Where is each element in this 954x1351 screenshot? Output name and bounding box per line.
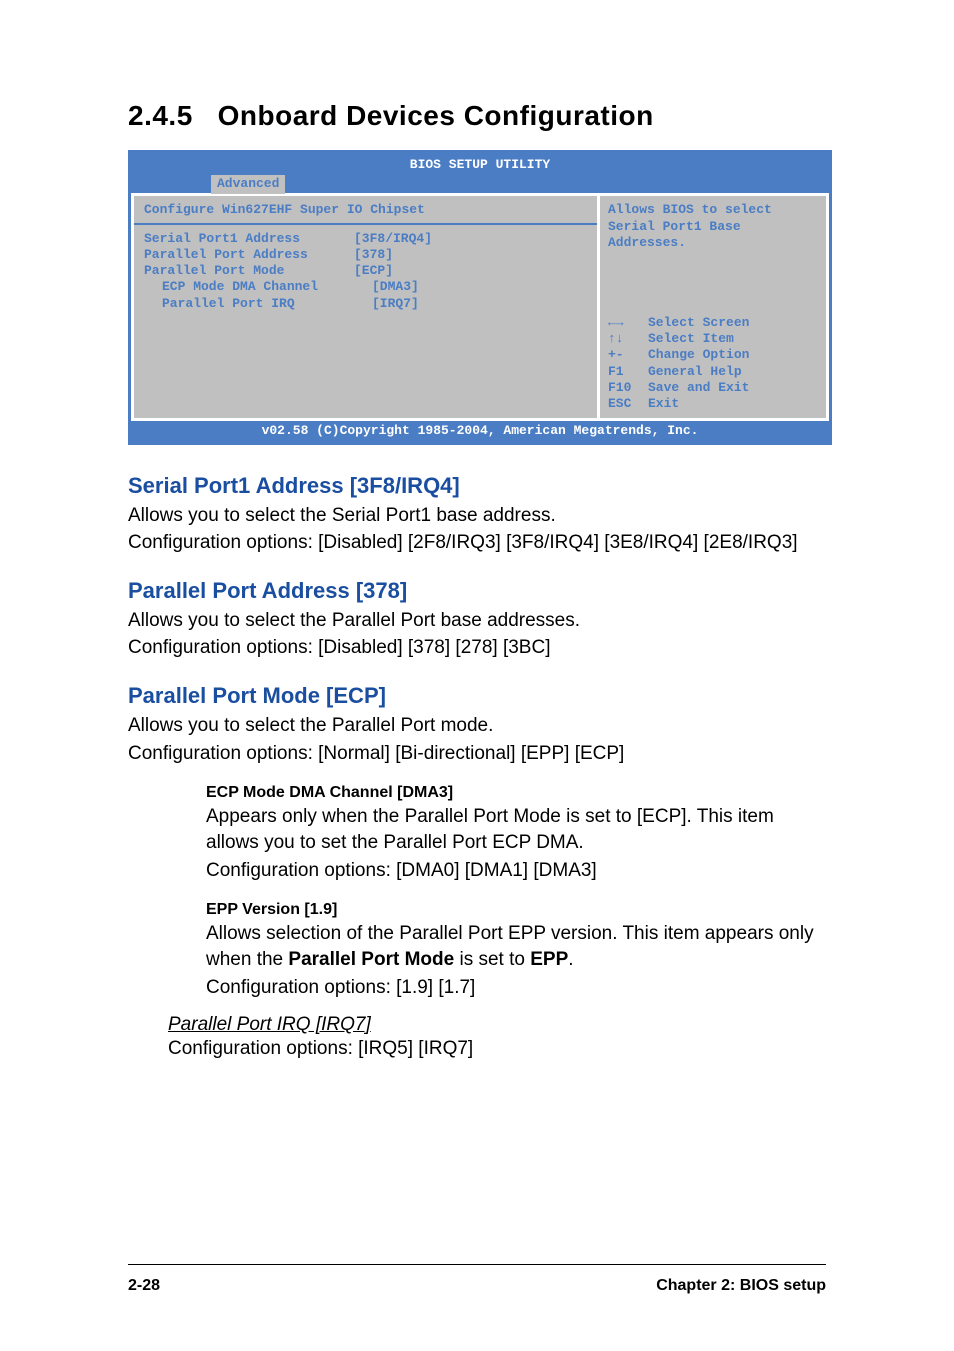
section-title-text: Onboard Devices Configuration (218, 100, 654, 131)
section-number: 2.4.5 (128, 100, 193, 131)
bios-setting-row[interactable]: Parallel Port Address [378] (144, 247, 587, 263)
bios-setting-row[interactable]: Serial Port1 Address [3F8/IRQ4] (144, 231, 587, 247)
bios-setting-value: [3F8/IRQ4] (354, 231, 432, 247)
chapter-label: Chapter 2: BIOS setup (656, 1277, 826, 1295)
bios-help-panel: Allows BIOS to select Serial Port1 Base … (600, 196, 829, 418)
section-heading: 2.4.5 Onboard Devices Configuration (128, 100, 826, 132)
subheading-parmode: Parallel Port Mode [ECP] (128, 683, 826, 709)
subheading-paraddr: Parallel Port Address [378] (128, 578, 826, 604)
bios-footer: v02.58 (C)Copyright 1985-2004, American … (131, 418, 829, 441)
bios-setting-label: Serial Port1 Address (144, 231, 354, 247)
subheading-ecp: ECP Mode DMA Channel [DMA3] (206, 784, 826, 802)
bios-setting-row[interactable]: Parallel Port IRQ [IRQ7] (144, 296, 587, 312)
subheading-epp: EPP Version [1.9] (206, 901, 826, 919)
body-text: Configuration options: [DMA0] [DMA1] [DM… (206, 858, 826, 884)
bios-title: BIOS SETUP UTILITY (131, 155, 829, 175)
body-text: Appears only when the Parallel Port Mode… (206, 804, 826, 855)
body-text: Configuration options: [IRQ5] [IRQ7] (168, 1036, 826, 1062)
body-text: Configuration options: [Normal] [Bi-dire… (128, 741, 826, 767)
body-text: Configuration options: [Disabled] [378] … (128, 635, 826, 661)
page-number: 2-28 (128, 1277, 160, 1295)
bios-help-row: ↑↓Select Item (608, 331, 818, 347)
body-text: Configuration options: [1.9] [1.7] (206, 975, 826, 1001)
bios-tab-advanced[interactable]: Advanced (211, 175, 285, 193)
bios-help-row: F1General Help (608, 364, 818, 380)
subheading-serial: Serial Port1 Address [3F8/IRQ4] (128, 473, 826, 499)
bios-setting-row[interactable]: Parallel Port Mode [ECP] (144, 263, 587, 279)
page-footer: 2-28 Chapter 2: BIOS setup (128, 1264, 826, 1295)
bios-help-row: ←→Select Screen (608, 315, 818, 331)
bios-setting-label: Parallel Port IRQ (144, 296, 372, 312)
bios-help-row: +-Change Option (608, 347, 818, 363)
bios-setting-label: Parallel Port Address (144, 247, 354, 263)
bios-help-row: ESCExit (608, 396, 818, 412)
body-text: Allows you to select the Parallel Port m… (128, 713, 826, 739)
bios-help-keys: ←→Select Screen ↑↓Select Item +-Change O… (608, 315, 818, 413)
bios-header: BIOS SETUP UTILITY Advanced (131, 153, 829, 193)
bios-help-text: Allows BIOS to select Serial Port1 Base … (608, 202, 818, 251)
bios-setting-value: [ECP] (354, 263, 393, 279)
bios-setting-label: Parallel Port Mode (144, 263, 354, 279)
bios-setting-row[interactable]: ECP Mode DMA Channel [DMA3] (144, 279, 587, 295)
bios-setting-value: [IRQ7] (372, 296, 419, 312)
bios-setting-label: ECP Mode DMA Channel (144, 279, 372, 295)
bios-help-row: F10Save and Exit (608, 380, 818, 396)
body-text: Allows selection of the Parallel Port EP… (206, 921, 826, 972)
body-text: Configuration options: [Disabled] [2F8/I… (128, 530, 826, 556)
bios-setting-value: [DMA3] (372, 279, 419, 295)
bios-utility-box: BIOS SETUP UTILITY Advanced Configure Wi… (128, 150, 832, 445)
bios-setting-value: [378] (354, 247, 393, 263)
subheading-irq: Parallel Port IRQ [IRQ7] (168, 1014, 826, 1036)
bios-config-heading: Configure Win627EHF Super IO Chipset (144, 202, 587, 218)
body-text: Allows you to select the Parallel Port b… (128, 608, 826, 634)
body-text: Allows you to select the Serial Port1 ba… (128, 503, 826, 529)
bios-settings-panel: Configure Win627EHF Super IO Chipset Ser… (131, 196, 600, 418)
